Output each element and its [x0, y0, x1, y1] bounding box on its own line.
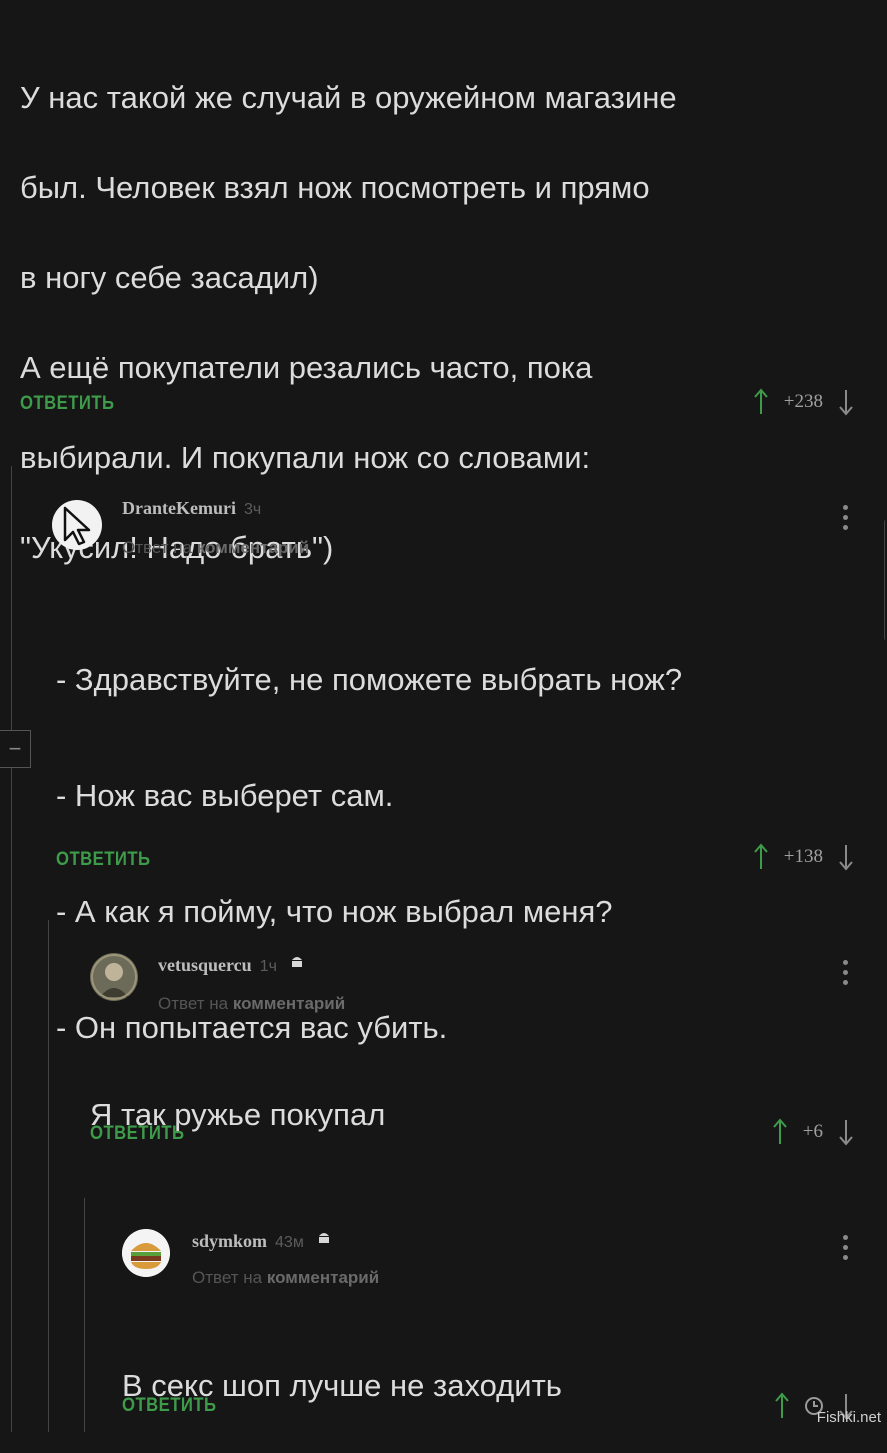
comment-4-header: sdymkom 43м — [192, 1229, 332, 1252]
comment-2-reply-to: Ответ на комментарий — [122, 538, 309, 558]
comment-line: выбирали. И покупали нож со словами: — [20, 440, 591, 475]
comment-time: 1ч — [259, 958, 277, 975]
comment-4-body: В секс шоп лучше не заходить — [122, 1318, 872, 1453]
downvote-icon[interactable] — [837, 388, 855, 416]
thread-line-level1 — [11, 466, 12, 1432]
comment-line: В секс шоп лучше не заходить — [122, 1368, 562, 1403]
watermark: Fishki.net — [816, 1409, 881, 1426]
thread-line-level2 — [48, 920, 49, 1432]
comment-line: - Нож вас выберет сам. — [56, 778, 394, 813]
reply-to-link[interactable]: комментарий — [233, 994, 345, 1013]
comment-2-reply-button[interactable]: ОТВЕТИТЬ — [56, 849, 150, 871]
comment-3-header: vetusquercu 1ч — [158, 953, 305, 976]
comment-4-reply-to: Ответ на комментарий — [192, 1268, 379, 1288]
comment-line: У нас такой же случай в оружейном магази… — [20, 80, 677, 115]
comment-line: - Здравствуйте, не поможете выбрать нож? — [56, 662, 683, 697]
author-name[interactable]: vetusquercu — [158, 955, 252, 976]
reply-to-prefix: Ответ на — [122, 538, 193, 557]
avatar-vetusquercu[interactable] — [90, 953, 138, 1001]
comment-3-score: +6 — [802, 1121, 823, 1142]
android-icon — [291, 957, 302, 967]
comment-line: в ногу себе засадил) — [20, 260, 319, 295]
reply-to-prefix: Ответ на — [192, 1268, 263, 1287]
comment-3-menu-button[interactable] — [843, 960, 848, 985]
collapse-label: − — [8, 736, 22, 761]
portrait-avatar-icon — [90, 953, 138, 1001]
comment-1-reply-button[interactable]: ОТВЕТИТЬ — [20, 393, 114, 415]
comment-line: Я так ружье покупал — [90, 1097, 386, 1132]
reply-to-link[interactable]: комментарий — [267, 1268, 379, 1287]
upvote-icon[interactable] — [752, 388, 770, 416]
downvote-icon[interactable] — [837, 843, 855, 871]
comment-time: 43м — [275, 1234, 304, 1251]
avatar-sdymkom[interactable] — [122, 1229, 170, 1277]
comment-line: А ещё покупатели резались часто, пока — [20, 350, 593, 385]
comment-2-header: DranteKemuri 3ч — [122, 498, 261, 519]
upvote-icon[interactable] — [773, 1392, 791, 1420]
downvote-icon[interactable] — [837, 1118, 855, 1146]
comment-3-body: Я так ружье покупал — [90, 1047, 870, 1182]
comment-1-score: +238 — [783, 391, 823, 412]
comment-2-menu-button[interactable] — [843, 505, 848, 530]
cursor-arrow-icon — [63, 506, 91, 546]
author-name[interactable]: sdymkom — [192, 1231, 267, 1252]
comment-2-votes: +138 — [752, 843, 855, 871]
comment-time: 3ч — [243, 501, 262, 518]
comment-1-body: У нас такой же случай в оружейном магази… — [20, 30, 880, 615]
collapse-toggle-button[interactable]: − — [0, 730, 31, 768]
comment-3-reply-button[interactable]: ОТВЕТИТЬ — [90, 1123, 184, 1145]
author-name[interactable]: DranteKemuri — [122, 498, 236, 519]
burger-avatar-icon — [122, 1229, 170, 1277]
upvote-icon[interactable] — [771, 1118, 789, 1146]
reply-to-prefix: Ответ на — [158, 994, 229, 1013]
comment-line: был. Человек взял нож посмотреть и прямо — [20, 170, 650, 205]
comment-3-votes: +6 — [771, 1118, 855, 1146]
comment-1-votes: +238 — [752, 388, 855, 416]
comment-2-score: +138 — [783, 846, 823, 867]
thread-line-level3 — [84, 1198, 85, 1432]
upvote-icon[interactable] — [752, 843, 770, 871]
comment-4-reply-button[interactable]: ОТВЕТИТЬ — [122, 1395, 216, 1417]
reply-to-link[interactable]: комментарий — [197, 538, 309, 557]
android-icon — [318, 1233, 329, 1243]
avatar-drantekemuri[interactable] — [52, 500, 102, 550]
comment-4-menu-button[interactable] — [843, 1235, 848, 1260]
comment-line: - А как я пойму, что нож выбрал меня? — [56, 894, 613, 929]
comment-3-reply-to: Ответ на комментарий — [158, 994, 345, 1014]
